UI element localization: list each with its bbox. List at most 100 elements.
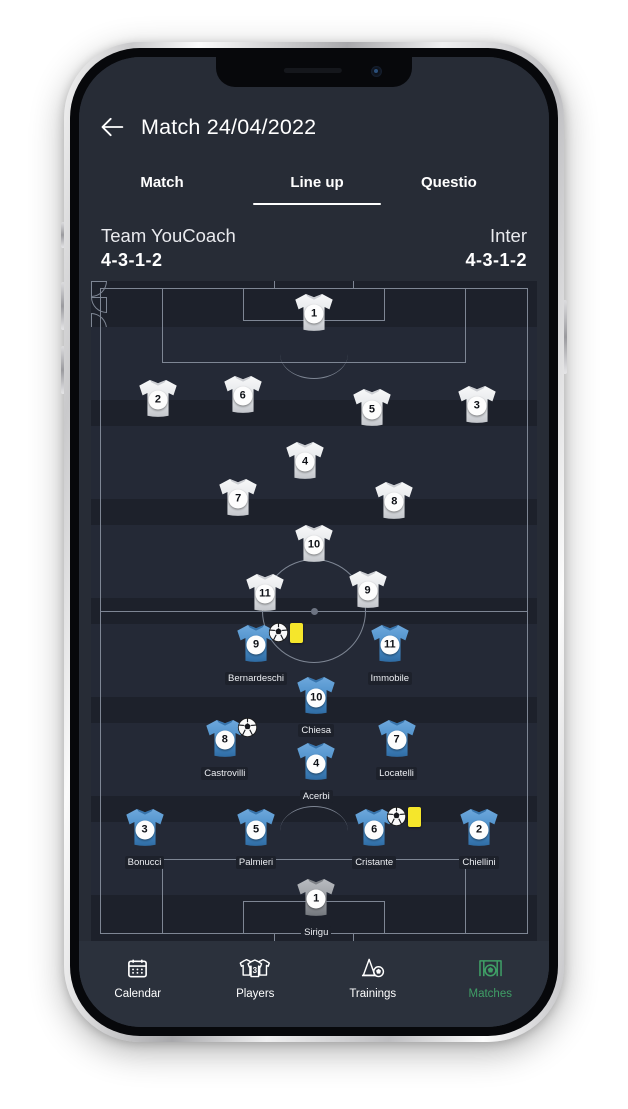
player-sirigu[interactable]: 1 Sirigu <box>284 870 348 940</box>
player-no-5[interactable]: 5 <box>340 380 404 432</box>
player-name: Castrovilli <box>201 767 249 781</box>
player-name: Cristante <box>352 856 397 870</box>
jersey-icon: 5 <box>346 380 398 432</box>
player-name: Bonucci <box>124 856 165 870</box>
jersey-icon: 7 <box>212 470 264 522</box>
cone-ball-icon <box>314 953 432 983</box>
player-name: Chiellini <box>459 856 499 870</box>
goal-ball-icon <box>268 622 289 648</box>
player-number: 2 <box>469 820 489 839</box>
nav-item-label: Players <box>236 988 275 1000</box>
jersey-icon: 11 <box>364 616 416 668</box>
away-team-name: Inter <box>489 225 527 246</box>
player-acerbi[interactable]: 4 Acerbi <box>284 734 348 804</box>
player-number: 1 <box>306 889 326 909</box>
goal-ball-icon <box>386 806 407 832</box>
tab-match[interactable]: Match <box>87 174 237 205</box>
jersey-icon: 4 <box>290 734 342 786</box>
player-cristante[interactable]: 6 Cristante <box>342 800 422 870</box>
nav-item-matches[interactable]: Matches <box>432 953 550 1000</box>
phone-frame: Match 24/04/2022 Match Line up Questio T… <box>64 42 564 1042</box>
player-no-6[interactable]: 6 <box>211 367 275 419</box>
jersey-icon: 10 <box>288 516 340 568</box>
nav-item-players[interactable]: 3 Players <box>197 953 315 1000</box>
yellow-card-icon <box>290 622 304 643</box>
player-name: Acerbi <box>299 790 333 804</box>
jersey-icon: 1 <box>290 870 342 922</box>
player-number: 3 <box>467 396 487 416</box>
jersey-icon: 11 <box>239 565 291 617</box>
player-chiellini[interactable]: 2 Chiellini <box>447 800 511 870</box>
player-bernardeschi[interactable]: 9 Bernardeschi <box>224 616 304 686</box>
player-name: Bernardeschi <box>225 671 287 685</box>
player-number: 2 <box>148 390 168 410</box>
player-no-4[interactable]: 4 <box>273 433 337 485</box>
player-no-9[interactable]: 9 <box>336 562 400 614</box>
player-number: 4 <box>306 754 326 773</box>
jersey-icon: 1 <box>288 285 340 337</box>
player-number: 5 <box>246 820 266 839</box>
jersey-icon: 7 <box>371 711 423 763</box>
player-bonucci[interactable]: 3 Bonucci <box>113 800 177 870</box>
nav-item-label: Calendar <box>114 988 162 1000</box>
player-number: 10 <box>304 535 324 555</box>
pitch-container: 1 2 6 5 3 4 7 8 10 11 9 9 Bernardeschi 11 Immobile 10 Ch… <box>79 281 549 941</box>
player-no-7[interactable]: 7 <box>206 470 270 522</box>
nav-item-label: Matches <box>468 988 512 1000</box>
bottom-navigation: Calendar 3 Players Trainings Matches <box>79 941 549 1027</box>
jersey-icon: 2 <box>453 800 505 852</box>
jersey-icon: 2 <box>132 371 184 423</box>
screenshot-root: Match 24/04/2022 Match Line up Questio T… <box>0 0 628 1109</box>
player-number: 5 <box>362 400 382 419</box>
player-chiesa[interactable]: 10 Chiesa <box>284 668 348 738</box>
earpiece-speaker <box>283 68 342 73</box>
player-number: 6 <box>364 820 384 839</box>
player-no-3[interactable]: 3 <box>445 377 509 429</box>
player-name: Immobile <box>367 671 413 685</box>
jersey-icon: 10 <box>290 668 342 720</box>
svg-text:3: 3 <box>253 965 258 974</box>
football-pitch[interactable]: 1 2 6 5 3 4 7 8 10 11 9 9 Bernardeschi 11 Immobile 10 Ch… <box>91 281 537 941</box>
jersey-icon: 3 <box>119 800 171 852</box>
player-number: 7 <box>228 489 248 509</box>
player-no-8[interactable]: 8 <box>362 473 426 525</box>
player-number: 7 <box>387 730 406 750</box>
player-number: 9 <box>246 635 266 655</box>
player-no-2[interactable]: 2 <box>126 371 190 423</box>
front-camera <box>371 66 382 77</box>
player-number: 10 <box>306 688 326 707</box>
phone-notch <box>216 57 412 87</box>
shirts-icon: 3 <box>197 953 315 983</box>
jersey-icon: 4 <box>279 433 331 485</box>
phone-screen: Match 24/04/2022 Match Line up Questio T… <box>79 57 549 1027</box>
player-name: Locatelli <box>376 767 417 781</box>
goal-ball-icon <box>237 717 258 743</box>
player-palmieri[interactable]: 5 Palmieri <box>224 800 288 870</box>
player-number: 3 <box>135 820 155 839</box>
bottom-penalty-arc <box>280 805 348 856</box>
tab-questionnaire[interactable]: Questio <box>397 174 547 205</box>
player-immobile[interactable]: 11 Immobile <box>358 616 422 686</box>
player-no-11[interactable]: 11 <box>233 565 297 617</box>
player-name: Sirigu <box>301 925 332 939</box>
app-container: Match 24/04/2022 Match Line up Questio T… <box>79 57 549 1027</box>
away-team-block: Inter 4-3-1-2 <box>465 225 527 271</box>
player-castrovilli[interactable]: 8 Castrovilli <box>193 711 257 781</box>
back-arrow-icon[interactable] <box>99 113 127 141</box>
yellow-card-icon <box>408 807 422 828</box>
player-number: 6 <box>233 386 253 406</box>
tab-line-up[interactable]: Line up <box>237 174 397 205</box>
player-no-1[interactable]: 1 <box>282 285 346 337</box>
player-locatelli[interactable]: 7 Locatelli <box>365 711 429 781</box>
phone-bezel: Match 24/04/2022 Match Line up Questio T… <box>70 48 558 1036</box>
nav-item-trainings[interactable]: Trainings <box>314 953 432 1000</box>
jersey-icon: 6 <box>217 367 269 419</box>
player-number: 4 <box>295 452 315 472</box>
player-no-10[interactable]: 10 <box>282 516 346 568</box>
jersey-icon: 8 <box>368 473 420 525</box>
teams-header: Team YouCoach 4-3-1-2 Inter 4-3-1-2 <box>79 205 549 281</box>
nav-item-calendar[interactable]: Calendar <box>79 953 197 1000</box>
home-team-formation: 4-3-1-2 <box>101 250 163 270</box>
calendar-icon <box>79 953 197 983</box>
player-number: 1 <box>304 304 324 324</box>
